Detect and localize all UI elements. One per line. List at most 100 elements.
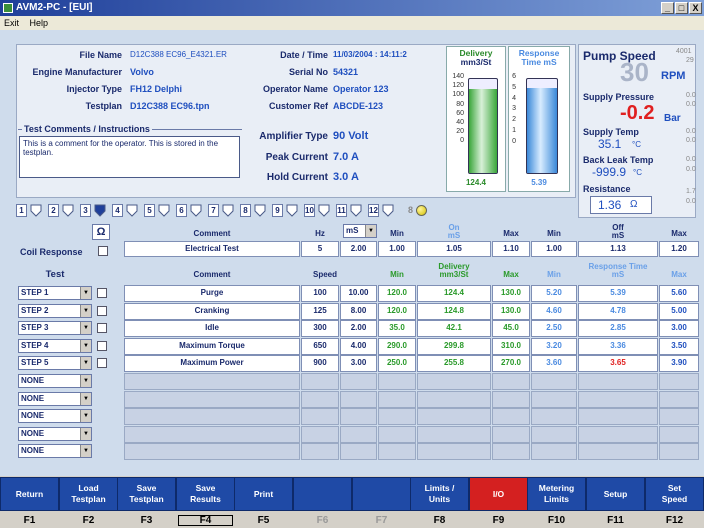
fkey-label-f8[interactable]: F8	[410, 513, 469, 528]
fkey-button-f9[interactable]: I/O	[469, 477, 528, 511]
injector-shield-icon[interactable]	[381, 204, 395, 217]
step-selector-11[interactable]: 11	[336, 203, 363, 217]
fkey-label-f9[interactable]: F9	[469, 513, 528, 528]
test-cell-time[interactable]: 2.00	[340, 320, 377, 337]
fkey-label-f1[interactable]: F1	[0, 513, 59, 528]
test-cell-resp[interactable]: 2.85	[578, 320, 658, 337]
fkey-button-f5[interactable]: Print	[234, 477, 293, 511]
injector-shield-icon[interactable]	[317, 204, 331, 217]
step-select[interactable]: STEP 4 ▼	[18, 339, 92, 353]
step-selector-3[interactable]: 3	[80, 203, 107, 217]
electrical-test-min2[interactable]: 1.00	[531, 241, 577, 257]
test-cell-delivery[interactable]: 299.8	[417, 338, 491, 355]
chevron-down-icon[interactable]: ▼	[80, 357, 91, 369]
step-selector-9[interactable]: 9	[272, 203, 299, 217]
test-cell-speed[interactable]: 125	[301, 303, 339, 320]
fkey-button-f10[interactable]: Metering Limits	[527, 477, 586, 511]
chevron-down-icon[interactable]: ▼	[80, 287, 91, 299]
step-enable-checkbox[interactable]	[97, 288, 107, 298]
step-select[interactable]: STEP 5 ▼	[18, 356, 92, 370]
fkey-button-f12[interactable]: Set Speed	[645, 477, 704, 511]
test-cell-resp[interactable]: 3.65	[578, 355, 658, 372]
test-cell-rmin[interactable]: 5.20	[531, 285, 577, 302]
test-cell-max[interactable]: 270.0	[492, 355, 530, 372]
electrical-test-off[interactable]: 1.13	[578, 241, 658, 257]
test-cell-max[interactable]: 45.0	[492, 320, 530, 337]
fkey-label-f12[interactable]: F12	[645, 513, 704, 528]
test-cell-min[interactable]: 250.0	[378, 355, 416, 372]
step-selector-10[interactable]: 10	[304, 203, 331, 217]
test-cell-speed[interactable]: 100	[301, 285, 339, 302]
step-selector-6[interactable]: 6	[176, 203, 203, 217]
fkey-label-f11[interactable]: F11	[586, 513, 645, 528]
step-selector-8[interactable]: 8	[240, 203, 267, 217]
test-cell-max[interactable]: 130.0	[492, 303, 530, 320]
step-select[interactable]: NONE ▼	[18, 444, 92, 458]
injector-shield-icon[interactable]	[125, 204, 139, 217]
step-selector-4[interactable]: 4	[112, 203, 139, 217]
fkey-label-f4[interactable]: F4	[176, 513, 235, 528]
test-cell-max[interactable]: 130.0	[492, 285, 530, 302]
test-cell-delivery[interactable]: 255.8	[417, 355, 491, 372]
step-select[interactable]: STEP 2 ▼	[18, 304, 92, 318]
step-selector-7[interactable]: 7	[208, 203, 235, 217]
test-cell-rmax[interactable]: 3.50	[659, 338, 699, 355]
fkey-button-f11[interactable]: Setup	[586, 477, 645, 511]
test-cell-rmin[interactable]: 4.60	[531, 303, 577, 320]
injector-shield-icon[interactable]	[285, 204, 299, 217]
test-cell-resp[interactable]: 3.36	[578, 338, 658, 355]
test-cell-delivery[interactable]: 124.4	[417, 285, 491, 302]
test-cell-rmax[interactable]: 5.60	[659, 285, 699, 302]
minimize-button[interactable]: _	[661, 2, 674, 14]
step-select[interactable]: NONE ▼	[18, 392, 92, 406]
electrical-test-max[interactable]: 1.10	[492, 241, 530, 257]
test-cell-rmax[interactable]: 5.00	[659, 303, 699, 320]
test-cell-min[interactable]: 35.0	[378, 320, 416, 337]
close-button[interactable]: X	[689, 2, 702, 14]
test-cell-rmin[interactable]: 3.60	[531, 355, 577, 372]
menu-help[interactable]: Help	[30, 18, 49, 28]
test-cell-min[interactable]: 120.0	[378, 303, 416, 320]
fkey-button-f3[interactable]: Save Testplan	[117, 477, 176, 511]
coil-response-checkbox[interactable]	[98, 246, 108, 256]
test-cell-speed[interactable]: 300	[301, 320, 339, 337]
comments-text[interactable]: This is a comment for the operator. This…	[19, 136, 240, 178]
test-cell-time[interactable]: 4.00	[340, 338, 377, 355]
electrical-test-min[interactable]: 1.00	[378, 241, 416, 257]
step-selector-2[interactable]: 2	[48, 203, 75, 217]
injector-shield-icon[interactable]	[61, 204, 75, 217]
electrical-test-on[interactable]: 1.05	[417, 241, 491, 257]
injector-shield-icon[interactable]	[221, 204, 235, 217]
step-enable-checkbox[interactable]	[97, 306, 107, 316]
fkey-button-f6[interactable]	[293, 477, 352, 511]
test-cell-time[interactable]: 10.00	[340, 285, 377, 302]
fkey-button-f8[interactable]: Limits / Units	[410, 477, 469, 511]
test-cell-time[interactable]: 8.00	[340, 303, 377, 320]
menu-exit[interactable]: Exit	[4, 18, 19, 28]
injector-shield-icon[interactable]	[253, 204, 267, 217]
test-cell-resp[interactable]: 5.39	[578, 285, 658, 302]
chevron-down-icon[interactable]: ▼	[365, 225, 376, 237]
step-select[interactable]: NONE ▼	[18, 374, 92, 388]
step-enable-checkbox[interactable]	[97, 341, 107, 351]
chevron-down-icon[interactable]: ▼	[80, 375, 91, 387]
fkey-button-f4[interactable]: Save Results	[176, 477, 235, 511]
chevron-down-icon[interactable]: ▼	[80, 428, 91, 440]
test-cell-delivery[interactable]: 42.1	[417, 320, 491, 337]
injector-shield-icon[interactable]	[93, 204, 107, 217]
electrical-test-hz[interactable]: 5	[301, 241, 339, 257]
step-select[interactable]: STEP 1 ▼	[18, 286, 92, 300]
injector-shield-icon[interactable]	[349, 204, 363, 217]
chevron-down-icon[interactable]: ▼	[80, 410, 91, 422]
test-cell-rmax[interactable]: 3.00	[659, 320, 699, 337]
step-select[interactable]: NONE ▼	[18, 409, 92, 423]
fkey-button-f2[interactable]: Load Testplan	[59, 477, 118, 511]
injector-shield-icon[interactable]	[157, 204, 171, 217]
fkey-label-f7[interactable]: F7	[352, 513, 411, 528]
fkey-button-f7[interactable]	[352, 477, 411, 511]
test-cell-min[interactable]: 120.0	[378, 285, 416, 302]
step-enable-checkbox[interactable]	[97, 323, 107, 333]
step-selector-1[interactable]: 1	[16, 203, 43, 217]
chevron-down-icon[interactable]: ▼	[80, 305, 91, 317]
fkey-label-f2[interactable]: F2	[59, 513, 118, 528]
